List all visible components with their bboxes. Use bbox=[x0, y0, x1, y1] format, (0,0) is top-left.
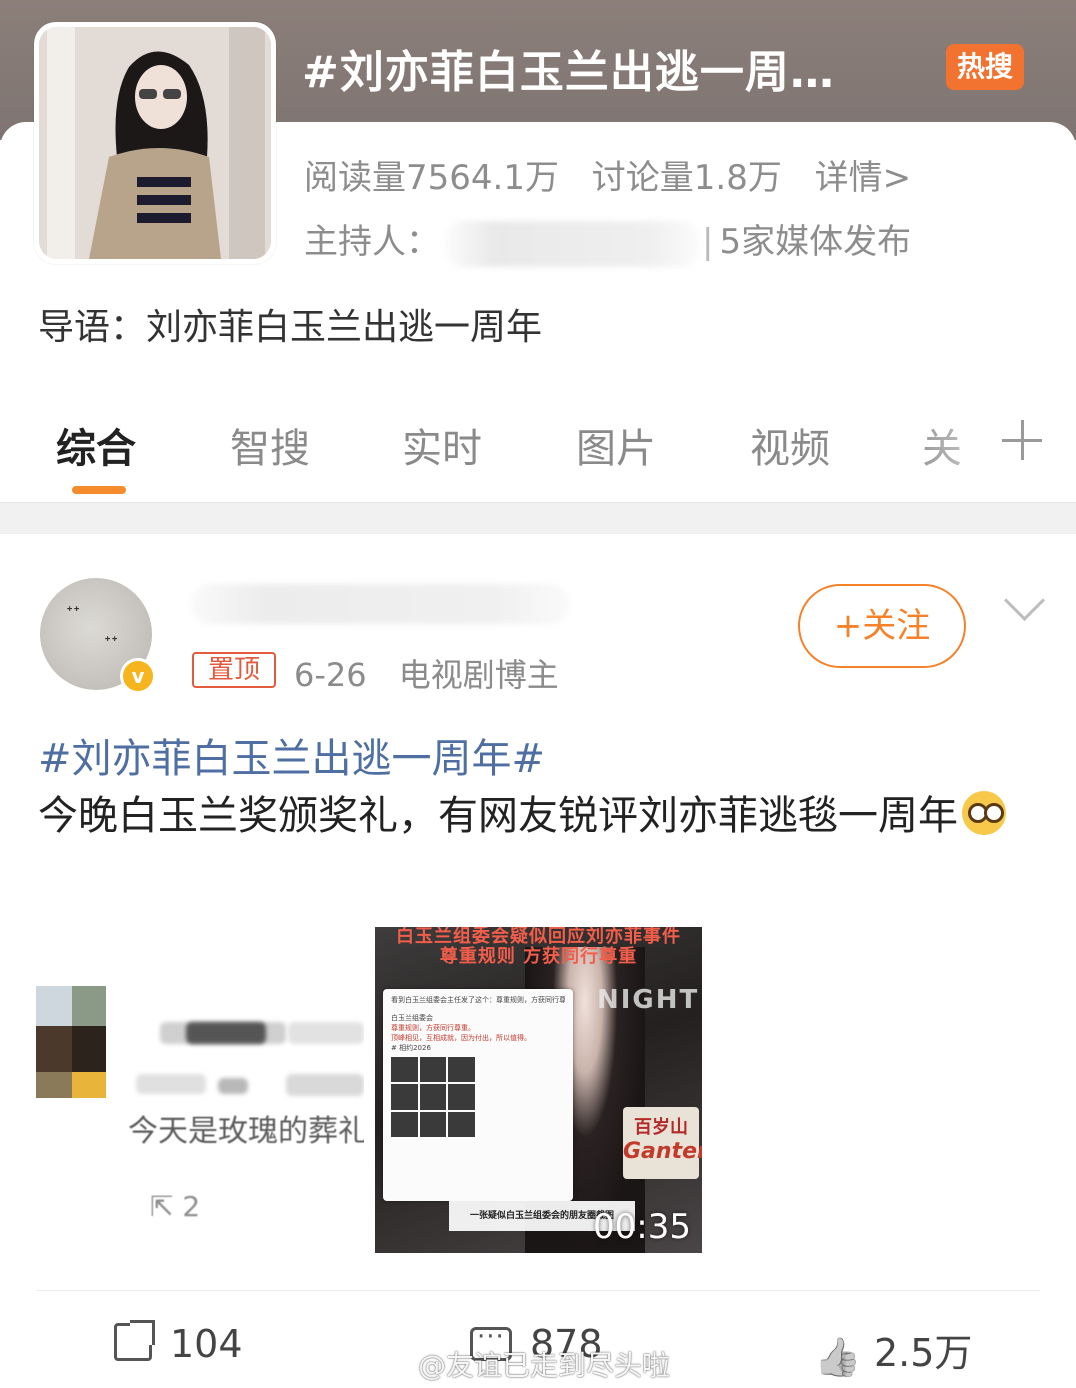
post-date: 6-26 bbox=[294, 656, 367, 694]
topic-intro: 导语：刘亦菲白玉兰出逃一周年 bbox=[38, 307, 543, 348]
like-count: 2.5万 bbox=[874, 1331, 973, 1375]
share-count: 104 bbox=[170, 1322, 243, 1366]
video-screenshot-card: 看到白玉兰组委会主任发了这个：尊重规则，方获同行尊重 白玉兰组委会 尊重规则，方… bbox=[383, 989, 573, 1201]
details-link[interactable]: 详情> bbox=[815, 158, 912, 198]
media-count[interactable]: 5家媒体发布 bbox=[719, 222, 911, 262]
tab-videos[interactable]: 视频 bbox=[750, 416, 830, 474]
share-button[interactable]: 104 bbox=[114, 1320, 243, 1372]
post-hashtag[interactable]: #刘亦菲白玉兰出逃一周年# bbox=[38, 726, 545, 784]
host-separator: | bbox=[702, 222, 714, 262]
blurred-bar-dark bbox=[186, 1022, 266, 1044]
post-text: 今晚白玉兰奖颁奖礼，有网友锐评刘亦菲逃毯一周年 bbox=[38, 786, 1038, 846]
cover-photo bbox=[39, 27, 271, 259]
footer-divider bbox=[36, 1290, 1040, 1291]
add-tab-icon[interactable] bbox=[1000, 418, 1044, 462]
blurred-bar bbox=[218, 1078, 248, 1094]
hot-search-badge: 热搜 bbox=[946, 44, 1024, 90]
video-night-text: NIGHT bbox=[597, 985, 700, 1015]
host-name-redacted[interactable] bbox=[444, 220, 700, 267]
watermark: @友谊已走到尽头啦 bbox=[418, 1349, 671, 1382]
image-share-count-value: 2 bbox=[182, 1190, 201, 1223]
blurred-bar bbox=[136, 1074, 206, 1094]
image-share-count: ⇱ 2 bbox=[150, 1190, 201, 1223]
card-line: 看到白玉兰组委会主任发了这个：尊重规则，方获同行尊重 bbox=[391, 996, 565, 1004]
brand-text-1: 百岁山 bbox=[634, 1117, 688, 1138]
glasses-emoji-icon bbox=[962, 791, 1006, 835]
post-image-screenshot[interactable]: 今天是玫瑰的葬礼 ⇱ 2 bbox=[36, 986, 364, 1252]
post-meta: 6-26 电视剧博主 bbox=[294, 650, 581, 696]
verified-badge-icon: v bbox=[120, 658, 156, 694]
video-headline-2: 尊重规则 方获同行尊重 bbox=[439, 946, 638, 967]
topic-host: 主持人： | 5家媒体发布 bbox=[304, 214, 911, 267]
card-line: 尊重规则，方获同行尊重。 bbox=[391, 1024, 475, 1032]
user-type: 电视剧博主 bbox=[398, 656, 559, 694]
read-count: 阅读量7564.1万 bbox=[304, 158, 559, 198]
post-text-content: 今晚白玉兰奖颁奖礼，有网友锐评刘亦菲逃毯一周年 bbox=[38, 793, 958, 839]
share-icon bbox=[114, 1320, 155, 1361]
video-brand-board: 百岁山 Ganten bbox=[623, 1107, 702, 1179]
topic-cover-image[interactable] bbox=[34, 22, 276, 264]
tab-smart-search[interactable]: 智搜 bbox=[230, 416, 310, 474]
pinned-badge: 置顶 bbox=[192, 652, 276, 688]
section-divider bbox=[0, 502, 1076, 534]
chevron-down-icon[interactable] bbox=[1004, 586, 1046, 628]
tab-realtime[interactable]: 实时 bbox=[402, 416, 482, 474]
discussion-count: 讨论量1.8万 bbox=[591, 158, 782, 198]
follow-button[interactable]: +关注 bbox=[798, 584, 966, 668]
card-line: 顶峰相见，互相成就，因为付出，所以值得。 bbox=[391, 1034, 531, 1042]
thumbs-up-icon bbox=[814, 1335, 856, 1377]
tab-comprehensive[interactable]: 综合 bbox=[56, 416, 136, 474]
active-tab-indicator bbox=[72, 486, 126, 494]
username-redacted[interactable] bbox=[190, 584, 570, 624]
avatar-eye-icon: ᐩᐩ bbox=[104, 632, 119, 653]
image-caption-text: 今天是玫瑰的葬礼 bbox=[128, 1114, 364, 1149]
tab-images[interactable]: 图片 bbox=[576, 416, 656, 474]
host-label: 主持人： bbox=[304, 222, 440, 262]
like-button[interactable]: 2.5万 bbox=[814, 1322, 973, 1375]
blurred-bar bbox=[286, 1074, 364, 1096]
tab-bar: 综合 智搜 实时 图片 视频 关 bbox=[0, 404, 1076, 500]
post-video-thumbnail[interactable]: 白玉兰组委会疑似回应刘亦菲事件 尊重规则 方获同行尊重 NIGHT 看到白玉兰组… bbox=[375, 927, 702, 1253]
brand-text-2: Ganten bbox=[623, 1139, 702, 1164]
tab-fade bbox=[900, 404, 990, 500]
avatar-eye-icon: ᐩᐩ bbox=[66, 602, 81, 623]
video-duration: 00:35 bbox=[593, 1207, 691, 1247]
video-headline: 白玉兰组委会疑似回应刘亦菲事件 尊重规则 方获同行尊重 bbox=[375, 927, 702, 967]
card-line: 白玉兰组委会 bbox=[391, 1014, 433, 1022]
card-line: # 相约2026 bbox=[391, 1044, 431, 1052]
blurred-bar bbox=[288, 1022, 364, 1044]
card-image-grid bbox=[391, 1057, 475, 1137]
topic-stats: 阅读量7564.1万 讨论量1.8万 详情> bbox=[304, 150, 933, 199]
video-headline-1: 白玉兰组委会疑似回应刘亦菲事件 bbox=[396, 927, 681, 947]
mosaic-avatar bbox=[36, 986, 106, 1098]
topic-title: #刘亦菲白玉兰出逃一周… bbox=[302, 47, 835, 98]
